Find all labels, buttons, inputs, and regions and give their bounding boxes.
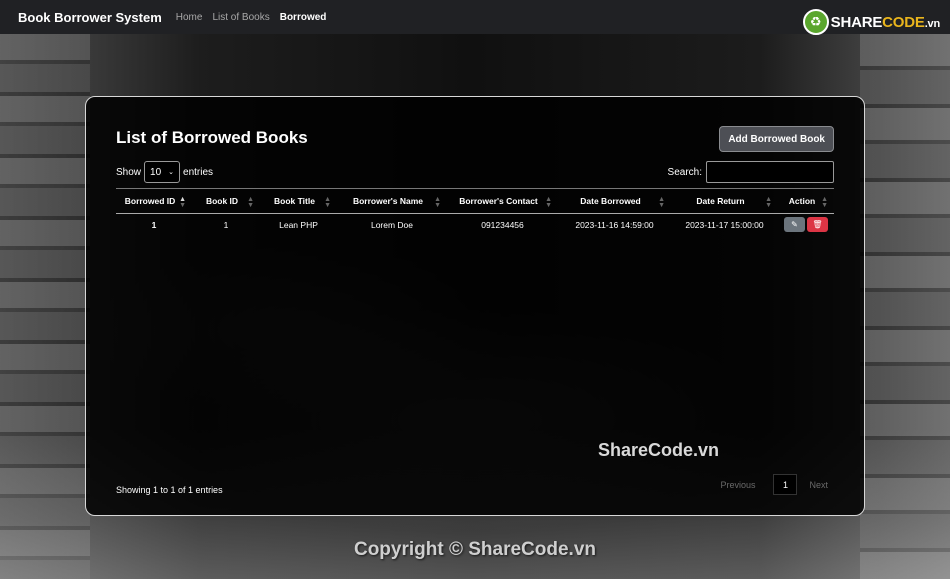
entries-select[interactable]: 10 ⌄ <box>144 161 181 183</box>
edit-button[interactable]: ✎ <box>784 217 805 233</box>
column-header-action[interactable]: Action ▲ ▼ <box>778 188 834 214</box>
chevron-down-icon: ⌄ <box>168 169 175 176</box>
nav-link-list-of-books[interactable]: List of Books <box>212 12 269 23</box>
sort-icon: ▲ ▼ <box>324 196 331 209</box>
logo-text: SHARECODE.vn <box>830 13 941 31</box>
borrowed-books-card: List of Borrowed Books Add Borrowed Book… <box>85 96 865 516</box>
sort-icon: ▲ ▼ <box>658 196 665 209</box>
sort-icon: ▲ ▼ <box>765 196 772 209</box>
cell-date-return: 2023-11-17 15:00:00 <box>685 219 764 230</box>
sharecode-logo: ♻ SHARECODE.vn <box>802 9 941 35</box>
show-label: Show <box>116 166 142 178</box>
page-title: List of Borrowed Books <box>116 128 308 147</box>
search-input[interactable] <box>706 161 834 183</box>
sort-icon: ▲ ▼ <box>545 196 552 209</box>
pencil-icon: ✎ <box>791 220 798 230</box>
column-header-borrowed-id[interactable]: Borrowed ID ▲ ▼ <box>116 188 192 214</box>
cell-borrower-name: Lorem Doe <box>370 219 414 230</box>
column-header-date-return[interactable]: Date Return ▲ ▼ <box>671 188 778 214</box>
sort-icon: ▲ ▼ <box>821 196 828 209</box>
cell-action: ✎ 🗑 <box>778 214 834 236</box>
entries-select-value: 10 <box>150 166 162 178</box>
pagination: Previous 1 Next <box>720 474 828 495</box>
pagination-page-1[interactable]: 1 <box>773 474 798 495</box>
cell-book-id: 1 <box>223 219 229 230</box>
table-header-row: Borrowed ID ▲ ▼ Book ID ▲ ▼ Book Title ▲ ▼ Bor… <box>116 188 834 214</box>
cell-date-borrowed: 2023-11-16 14:59:00 <box>575 219 654 230</box>
sort-icon: ▲ ▼ <box>434 196 441 209</box>
trash-icon: 🗑 <box>812 220 823 230</box>
sort-asc-icon: ▲ ▼ <box>179 196 186 209</box>
add-borrowed-book-button[interactable]: Add Borrowed Book <box>719 126 834 152</box>
delete-button[interactable]: 🗑 <box>807 217 828 233</box>
column-header-borrower-name[interactable]: Borrower's Name ▲ ▼ <box>337 188 447 214</box>
entries-label: entries <box>183 166 214 178</box>
nav-link-borrowed[interactable]: Borrowed <box>280 12 327 23</box>
column-header-date-borrowed[interactable]: Date Borrowed ▲ ▼ <box>558 188 671 214</box>
cell-borrower-contact: 091234456 <box>481 219 524 230</box>
sort-icon: ▲ ▼ <box>247 196 254 209</box>
pagination-next[interactable]: Next <box>809 480 828 490</box>
recycle-icon: ♻ <box>802 9 829 35</box>
column-header-borrower-contact[interactable]: Borrower's Contact ▲ ▼ <box>447 188 558 214</box>
pagination-previous[interactable]: Previous <box>720 480 755 490</box>
nav-link-home[interactable]: Home <box>176 12 203 23</box>
cell-borrowed-id: 1 <box>151 219 157 230</box>
column-header-book-id[interactable]: Book ID ▲ ▼ <box>192 188 260 214</box>
entries-length-control: Show 10 ⌄ entries <box>116 161 213 183</box>
navbar-brand[interactable]: Book Borrower System <box>18 10 162 25</box>
search-control: Search: <box>668 161 834 183</box>
table-info: Showing 1 to 1 of 1 entries <box>116 485 223 495</box>
watermark: ShareCode.vn <box>598 440 720 460</box>
cell-book-title: Lean PHP <box>279 219 318 230</box>
borrowed-books-table: Borrowed ID ▲ ▼ Book ID ▲ ▼ Book Title ▲ ▼ Bor… <box>116 188 834 236</box>
copyright-text: Copyright © ShareCode.vn <box>353 539 597 560</box>
column-header-book-title[interactable]: Book Title ▲ ▼ <box>260 188 337 214</box>
search-label: Search: <box>667 166 702 178</box>
table-row: 1 1 Lean PHP Lorem Doe 091234456 2023-11… <box>116 214 834 236</box>
